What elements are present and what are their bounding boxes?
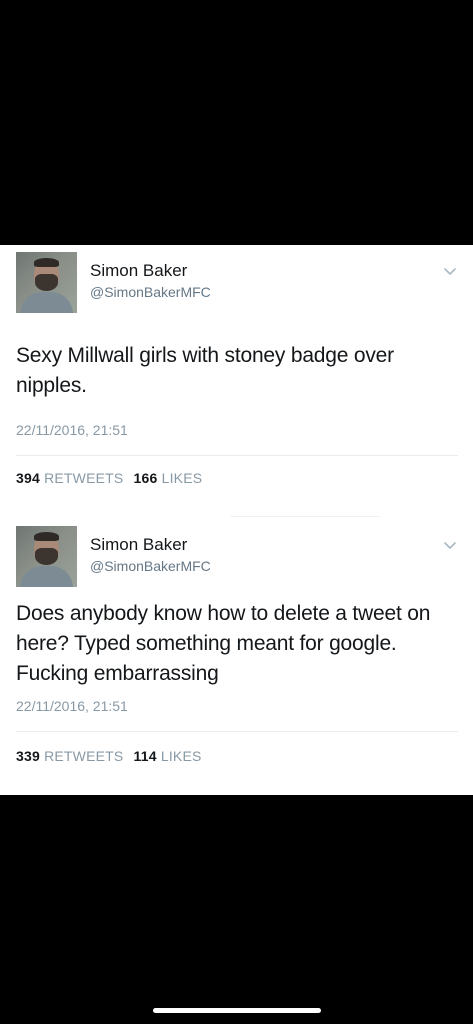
- tweet: Simon Baker @SimonBakerMFC Does anybody …: [0, 519, 473, 795]
- tweet-text: Sexy Millwall girls with stoney badge ov…: [16, 344, 394, 397]
- tweet-text: Does anybody know how to delete a tweet …: [16, 602, 431, 685]
- avatar[interactable]: [16, 526, 77, 587]
- likes-label: LIKES: [160, 748, 202, 764]
- retweets-link[interactable]: 394 RETWEETS: [16, 470, 123, 486]
- divider: [16, 455, 458, 456]
- retweets-label: RETWEETS: [44, 470, 124, 486]
- likes-label: LIKES: [161, 470, 203, 486]
- user-handle[interactable]: @SimonBakerMFC: [90, 558, 211, 574]
- tweet-stats: 394 RETWEETS 166 LIKES: [16, 470, 202, 486]
- avatar[interactable]: [16, 252, 77, 313]
- tweet: Simon Baker @SimonBakerMFC Sexy Millwall…: [0, 245, 473, 507]
- retweets-link[interactable]: 339 RETWEETS: [16, 748, 123, 764]
- chevron-down-icon[interactable]: [443, 267, 457, 279]
- user-handle[interactable]: @SimonBakerMFC: [90, 284, 211, 300]
- divider: [16, 731, 458, 732]
- user-name[interactable]: Simon Baker: [90, 535, 187, 555]
- likes-count: 114: [133, 748, 157, 764]
- likes-count: 166: [133, 470, 158, 486]
- tweet-timestamp[interactable]: 22/11/2016, 21:51: [16, 698, 128, 714]
- retweets-count: 339: [16, 748, 40, 764]
- screen: Simon Baker @SimonBakerMFC Sexy Millwall…: [0, 0, 473, 1024]
- tweet-screenshot-card: Simon Baker @SimonBakerMFC Sexy Millwall…: [0, 245, 473, 795]
- user-name[interactable]: Simon Baker: [90, 261, 187, 281]
- home-indicator[interactable]: [153, 1008, 321, 1013]
- retweets-count: 394: [16, 470, 40, 486]
- likes-link[interactable]: 114 LIKES: [134, 748, 202, 764]
- likes-link[interactable]: 166 LIKES: [134, 470, 203, 486]
- tweet-stats: 339 RETWEETS 114 LIKES: [16, 748, 202, 764]
- tweet-timestamp[interactable]: 22/11/2016, 21:51: [16, 422, 128, 438]
- retweets-label: RETWEETS: [44, 748, 124, 764]
- chevron-down-icon[interactable]: [443, 541, 457, 553]
- card-separator: [0, 507, 473, 519]
